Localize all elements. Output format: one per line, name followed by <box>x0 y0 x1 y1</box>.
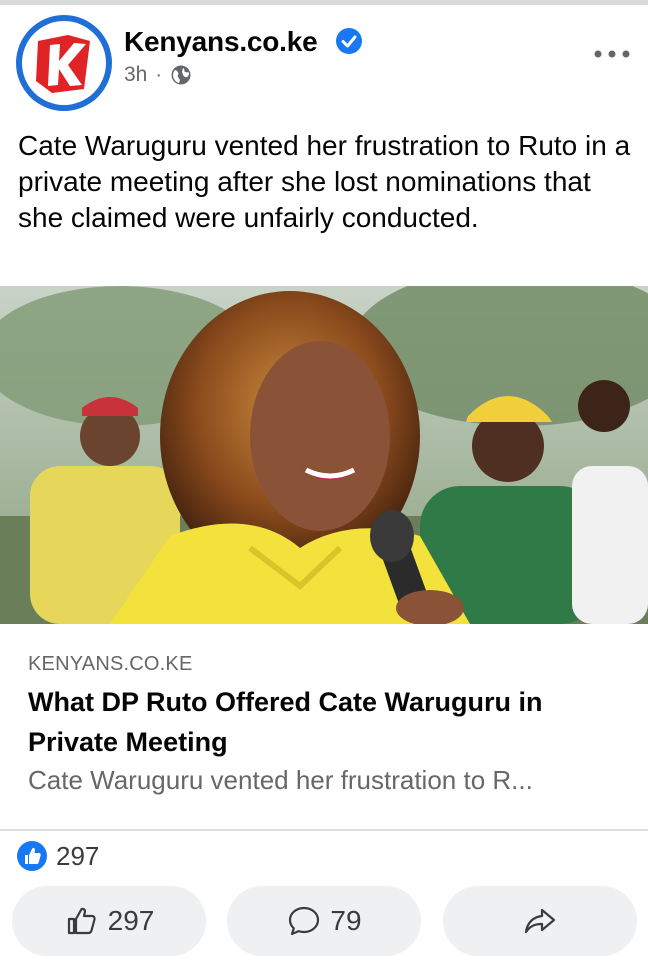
post-caption: Cate Waruguru vented her frustration to … <box>18 130 631 233</box>
like-button[interactable]: 297 <box>12 886 206 956</box>
verified-badge-icon <box>336 28 362 54</box>
link-title[interactable]: What DP Ruto Offered Cate Waruguru in Pr… <box>28 682 618 762</box>
author-avatar[interactable] <box>16 15 112 111</box>
like-reaction-icon <box>17 841 47 871</box>
meta-separator: · <box>155 63 163 86</box>
comment-icon <box>289 906 320 936</box>
post-header: Kenyans.co.ke 3h · <box>0 5 648 115</box>
post-meta: 3h · <box>124 63 192 87</box>
link-domain: KENYANS.CO.KE <box>28 653 193 675</box>
reaction-summary[interactable]: 297 <box>16 840 99 872</box>
share-icon <box>524 908 556 934</box>
share-button[interactable] <box>443 886 637 956</box>
comment-count: 79 <box>330 905 362 936</box>
like-count: 297 <box>107 905 155 936</box>
link-preview[interactable]: KENYANS.CO.KE What DP Ruto Offered Cate … <box>0 624 648 831</box>
more-options-icon[interactable] <box>592 47 632 61</box>
post-time[interactable]: 3h <box>124 63 147 87</box>
kenyans-logo-icon <box>36 35 90 93</box>
post-image[interactable] <box>0 286 648 624</box>
like-icon <box>67 907 96 935</box>
reaction-count: 297 <box>56 840 100 871</box>
photo-illustration <box>0 286 648 624</box>
globe-icon <box>171 65 191 85</box>
link-description: Cate Waruguru vented her frustration to … <box>28 765 533 795</box>
author-name[interactable]: Kenyans.co.ke <box>124 26 318 58</box>
comment-button[interactable]: 79 <box>227 886 421 956</box>
